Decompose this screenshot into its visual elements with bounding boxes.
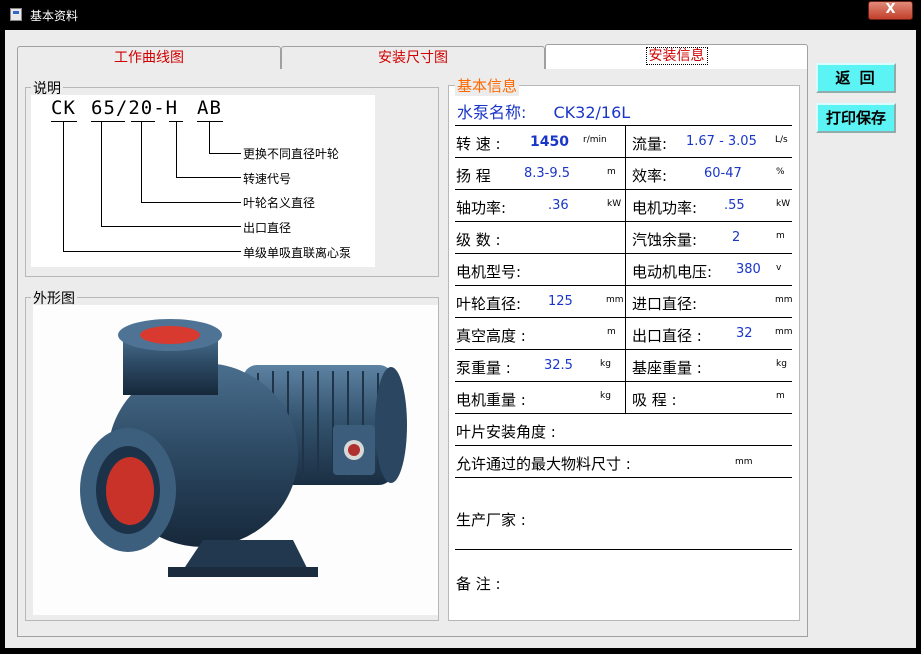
explain-label-speed-code: 转速代号 xyxy=(243,172,292,186)
impeller-diameter-value: 125 xyxy=(548,294,573,309)
tab-install-dimension[interactable]: 安装尺寸图 xyxy=(281,46,545,69)
explain-label-impeller-diameter: 叶轮名义直径 xyxy=(243,196,316,210)
flow-value: 1.67 - 3.05 xyxy=(686,134,757,149)
outlet-diameter-unit: mm xyxy=(775,327,793,337)
tab-work-curve[interactable]: 工作曲线图 xyxy=(17,46,281,69)
close-button[interactable]: X xyxy=(868,1,913,20)
tab-install-info[interactable]: 安装信息 xyxy=(545,44,808,69)
blade-angle-label: 叶片安装角度 : xyxy=(456,423,556,441)
tab-label: 安装尺寸图 xyxy=(378,50,448,66)
base-weight-label: 基座重量 : xyxy=(632,359,702,377)
shaft-power-value: .36 xyxy=(548,198,569,213)
flow-unit: L/s xyxy=(775,135,788,145)
max-material-size-label: 允许通过的最大物料尺寸 : xyxy=(456,455,631,473)
basic-info-panel xyxy=(448,85,800,621)
suction-lift-label: 吸 程 : xyxy=(632,391,677,409)
pump-name-row: 水泵名称: CK32/16L xyxy=(457,99,630,123)
max-material-size-unit: mm xyxy=(735,457,753,467)
explain-label-pump-type: 单级单吸直联离心泵 xyxy=(243,246,352,260)
tab-label: 安装信息 xyxy=(645,47,708,65)
app-icon xyxy=(10,8,22,21)
suction-lift-unit: m xyxy=(776,391,785,401)
code-part-size: 65/20-H xyxy=(91,97,179,119)
code-part-series: CK xyxy=(51,97,76,119)
basic-info-title: 基本信息 xyxy=(455,75,520,96)
motor-power-unit: kW xyxy=(776,199,791,209)
pump-illustration xyxy=(80,319,407,577)
vacuum-height-label: 真空高度 : xyxy=(456,327,526,345)
model-code-diagram: CK 65/20-H AB 更换不同直径叶轮 转速代号 叶轮名义直径 出口直径 … xyxy=(31,95,375,267)
efficiency-value: 60-47 xyxy=(704,166,742,181)
impeller-diameter-label: 叶轮直径: xyxy=(456,295,522,313)
shaft-power-unit: kW xyxy=(607,199,622,209)
pump-name-label: 水泵名称: xyxy=(457,103,527,122)
npsh-label: 汽蚀余量: xyxy=(632,231,698,249)
motor-power-label: 电机功率: xyxy=(632,199,698,217)
explain-label-outlet-diameter: 出口直径 xyxy=(243,221,292,235)
speed-value: 1450 xyxy=(530,134,569,150)
back-button[interactable]: 返 回 xyxy=(816,63,896,93)
remark-label: 备 注 : xyxy=(456,575,501,593)
explain-label-impeller-change: 更换不同直径叶轮 xyxy=(243,147,340,161)
pump-photo xyxy=(33,305,438,615)
motor-weight-unit: kg xyxy=(600,391,611,401)
motor-power-value: .55 xyxy=(724,198,745,213)
shaft-power-label: 轴功率: xyxy=(456,199,507,217)
vacuum-height-unit: m xyxy=(607,327,616,337)
inlet-diameter-label: 进口直径: xyxy=(632,295,698,313)
motor-model-label: 电机型号: xyxy=(456,263,522,281)
print-save-button[interactable]: 打印保存 xyxy=(816,103,896,133)
head-unit: m xyxy=(607,167,616,177)
inlet-diameter-unit: mm xyxy=(775,295,793,305)
pump-name-value: CK32/16L xyxy=(553,103,631,122)
flow-label: 流量: xyxy=(632,135,668,153)
npsh-unit: m xyxy=(776,231,785,241)
title-bar: 基本资料 X xyxy=(0,0,921,30)
head-value: 8.3-9.5 xyxy=(524,166,571,181)
impeller-diameter-unit: mm xyxy=(606,295,624,305)
outlet-diameter-value: 32 xyxy=(736,326,753,341)
manufacturer-label: 生产厂家 : xyxy=(456,511,526,529)
motor-voltage-label: 电动机电压: xyxy=(632,263,713,281)
motor-weight-label: 电机重量 : xyxy=(456,391,526,409)
pump-weight-label: 泵重量 : xyxy=(456,359,511,377)
window-title: 基本资料 xyxy=(30,9,79,23)
outlet-diameter-label: 出口直径 : xyxy=(632,327,702,345)
efficiency-unit: % xyxy=(776,167,785,177)
efficiency-label: 效率: xyxy=(632,167,668,185)
speed-unit: r/min xyxy=(583,135,607,145)
speed-label: 转 速 : xyxy=(456,135,501,153)
code-part-suffix: AB xyxy=(197,97,222,119)
tab-label: 工作曲线图 xyxy=(114,50,184,66)
head-label: 扬 程 xyxy=(456,167,491,185)
base-weight-unit: kg xyxy=(776,359,787,369)
stages-label: 级 数 : xyxy=(456,231,501,249)
pump-weight-value: 32.5 xyxy=(544,358,573,373)
npsh-value: 2 xyxy=(732,230,741,245)
app-window: 基本资料 X 工作曲线图 安装尺寸图 安装信息 说明 CK 65/20-H AB xyxy=(0,0,921,654)
pump-weight-unit: kg xyxy=(600,359,611,369)
motor-voltage-unit: v xyxy=(776,263,782,273)
motor-voltage-value: 380 xyxy=(736,262,761,277)
